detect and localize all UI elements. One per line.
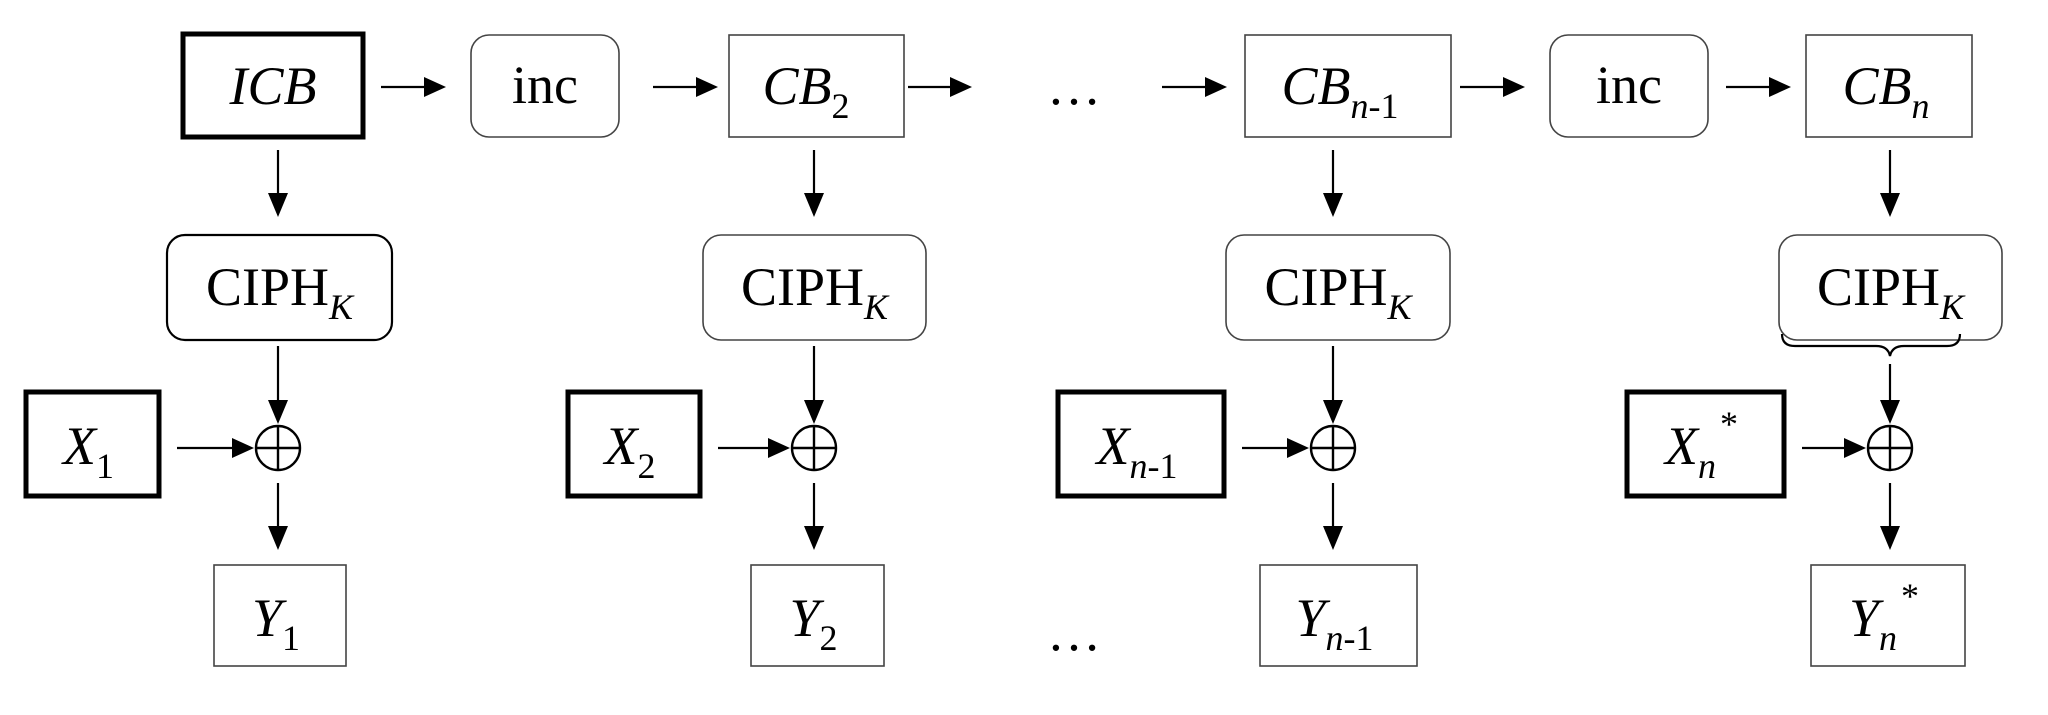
arrowhead-icon [1323,526,1343,550]
inc-box-2: inc [1549,34,1709,138]
arrowhead-icon [268,526,288,550]
arrowhead-icon [1323,400,1343,424]
arrowhead-icon [268,193,288,217]
cipher-box: CIPHK [702,234,927,341]
cipher-box: CIPHK [1225,234,1451,341]
arrowhead-icon [1287,438,1309,458]
plaintext-box: Xn* [1624,389,1787,499]
ciphertext-box: Yn-1 [1259,564,1418,667]
arrowhead-icon [1844,438,1866,458]
plaintext-box: X1 [23,389,162,499]
inc-label: inc [512,55,578,115]
cbn-box: CBn [1805,34,1973,138]
arrowhead-icon [1323,193,1343,217]
cipher-box: CIPHK [165,233,394,342]
arrowhead-icon [1880,526,1900,550]
arrowhead-icon [1769,77,1791,97]
inc-label: inc [1596,55,1662,115]
cipher-box: CIPHK [1778,234,2003,341]
ellipsis-bottom: … [1047,602,1101,662]
plaintext-box: Xn-1 [1055,389,1227,499]
arrowhead-icon [696,77,718,97]
ellipsis-top: … [1047,56,1101,116]
ciphertext-box: Y1 [213,564,347,667]
inc-box-1: inc [470,34,620,138]
arrowhead-icon [804,400,824,424]
icb-label: ICB [229,56,317,116]
arrowhead-icon [232,438,254,458]
xor-icon [790,424,838,472]
plaintext-box: X2 [565,389,703,499]
cbn1-box: CBn-1 [1244,34,1452,138]
gctr-diagram: ICB inc CB2 … CBn-1 inc CBn CIPHK CIPHK CI… [23,31,2003,667]
xor-icon [1309,424,1357,472]
arrowhead-icon [950,77,972,97]
icb-box: ICB [180,31,366,140]
arrowhead-icon [804,526,824,550]
ciphertext-box: Y2 [750,564,885,667]
arrowhead-icon [1880,400,1900,424]
arrowhead-icon [804,193,824,217]
arrowhead-icon [268,400,288,424]
arrowhead-icon [1880,193,1900,217]
arrowhead-icon [424,77,446,97]
ciphertext-box: Yn* [1810,564,1966,667]
arrowhead-icon [1503,77,1525,97]
cb2-box: CB2 [728,34,905,138]
xor-icon [254,424,302,472]
arrowhead-icon [1205,77,1227,97]
arrowhead-icon [768,438,790,458]
xor-icon [1866,424,1914,472]
